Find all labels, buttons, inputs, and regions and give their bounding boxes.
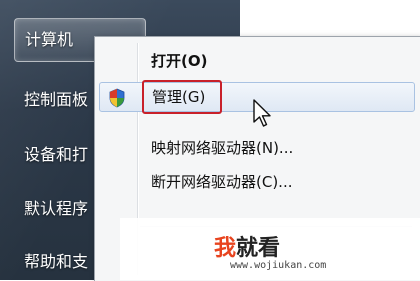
watermark-url: www.wojiukan.com bbox=[230, 260, 327, 271]
manage-highlight-box bbox=[142, 80, 222, 114]
start-item-label: 默认程序 bbox=[24, 199, 89, 218]
watermark-logo: 我就看 bbox=[214, 230, 280, 262]
menu-item-map-network-drive[interactable]: 映射网络驱动器(N)... bbox=[99, 133, 415, 163]
start-item-label: 计算机 bbox=[25, 30, 74, 49]
menu-item-disconnect-network-drive[interactable]: 断开网络驱动器(C)... bbox=[99, 167, 415, 197]
start-item-label: 控制面板 bbox=[24, 90, 89, 109]
menu-item-label: 映射网络驱动器(N)... bbox=[151, 139, 294, 157]
start-item-label: 设备和打 bbox=[24, 145, 89, 164]
uac-shield-icon bbox=[109, 88, 125, 108]
mouse-cursor-icon bbox=[253, 99, 271, 127]
menu-item-open[interactable]: 打开(O) bbox=[99, 46, 415, 76]
watermark: 我就看 www.wojiukan.com bbox=[120, 218, 420, 280]
watermark-logo-accent: 我 bbox=[214, 236, 237, 261]
start-item-label: 帮助和支 bbox=[24, 252, 89, 271]
menu-item-label: 打开(O) bbox=[151, 52, 208, 70]
watermark-logo-text: 就看 bbox=[236, 236, 281, 261]
menu-item-label: 断开网络驱动器(C)... bbox=[151, 173, 293, 191]
